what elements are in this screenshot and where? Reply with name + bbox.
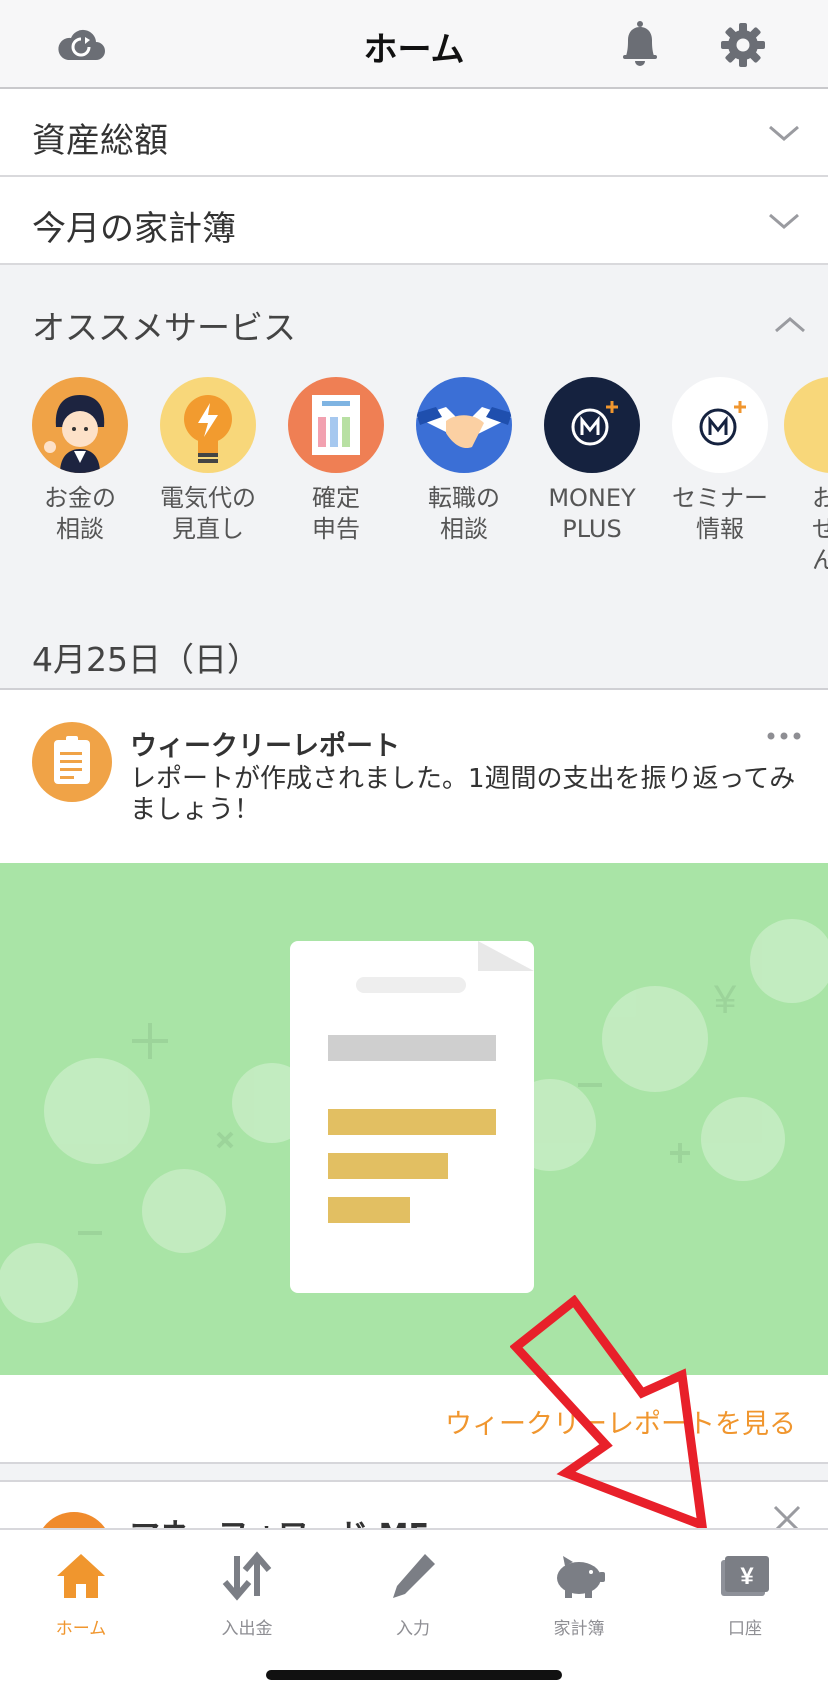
card-title: マネーフォワード ME — [130, 1510, 429, 1528]
card-body: レポートが作成されました。1週間の支出を振り返ってみましょう！ — [130, 764, 796, 825]
service-label: お金の 相談 — [16, 483, 144, 545]
service-tax-return[interactable]: 確定 申告 — [272, 377, 400, 545]
moneyforward-logo-icon — [36, 1512, 112, 1528]
tab-transactions[interactable]: 入出金 — [172, 1540, 322, 1639]
tab-label: 家計簿 — [553, 1619, 605, 1639]
tab-household-budget[interactable]: 家計簿 — [504, 1540, 654, 1639]
transfer-icon — [222, 1551, 272, 1601]
chevron-down-icon — [769, 213, 799, 229]
more-options-icon[interactable] — [766, 730, 802, 742]
service-label-text: 確定 申告 — [312, 484, 360, 543]
total-assets-row[interactable]: 資産総額 — [0, 89, 828, 177]
tab-accounts[interactable]: ¥ 口座 — [670, 1540, 820, 1639]
service-label: 電気代の 見直し — [144, 483, 272, 545]
bell-icon[interactable] — [620, 20, 660, 68]
chevron-down-icon — [769, 125, 799, 141]
moneyforward-card[interactable]: マネーフォワード ME — [0, 1482, 828, 1528]
gear-icon[interactable] — [720, 22, 766, 68]
service-partial[interactable]: お せん — [784, 377, 828, 576]
tab-label: ホーム — [55, 1619, 107, 1639]
monthly-budget-label: 今月の家計簿 — [32, 209, 236, 249]
close-icon[interactable] — [772, 1504, 802, 1528]
service-label: 確定 申告 — [272, 483, 400, 545]
view-weekly-report-link[interactable]: ウィークリーレポートを見る — [445, 1402, 796, 1441]
svg-text:¥: ¥ — [740, 1563, 754, 1590]
piggy-bank-icon — [557, 1556, 605, 1598]
service-money-consult[interactable]: お金の 相談 — [16, 377, 144, 545]
home-indicator[interactable] — [266, 1670, 562, 1680]
tax-document-icon — [288, 377, 384, 473]
seminar-logo-icon — [672, 377, 768, 473]
page-title: ホーム — [363, 30, 465, 70]
lightbulb-icon — [160, 377, 256, 473]
service-seminar[interactable]: セミナー 情報 — [656, 377, 784, 545]
service-label: お せん — [812, 483, 828, 576]
service-label: MONEY PLUS — [528, 483, 656, 545]
pencil-icon — [393, 1554, 435, 1598]
tab-home[interactable]: ホーム — [6, 1540, 156, 1639]
card-separator — [0, 1464, 828, 1482]
service-label-text: MONEY PLUS — [548, 484, 636, 543]
service-label-text: セミナー 情報 — [672, 484, 768, 543]
monthly-budget-row[interactable]: 今月の家計簿 — [0, 177, 828, 265]
service-money-plus[interactable]: MONEY PLUS — [528, 377, 656, 545]
wallet-yen-icon: ¥ — [721, 1556, 769, 1596]
service-job-change[interactable]: 転職の 相談 — [400, 377, 528, 545]
service-label-text: 転職の 相談 — [428, 484, 500, 543]
tab-label: 入出金 — [221, 1619, 273, 1639]
report-illustration: ¥ — [0, 919, 828, 1323]
svg-text:¥: ¥ — [713, 978, 737, 1022]
home-icon — [57, 1554, 105, 1598]
service-label: セミナー 情報 — [656, 483, 784, 545]
money-plus-logo-icon — [544, 377, 640, 473]
handshake-icon — [416, 377, 512, 473]
top-bar: ホーム — [0, 0, 828, 89]
service-label: 転職の 相談 — [400, 483, 528, 545]
service-label-text: 電気代の 見直し — [160, 484, 256, 543]
service-partial-icon — [784, 377, 828, 473]
service-label-text: お金の 相談 — [44, 484, 116, 543]
service-label-text: お せん — [812, 484, 828, 574]
chevron-up-icon[interactable] — [772, 309, 808, 339]
feed-date: 4月25日（日） — [32, 640, 260, 679]
tab-label: 口座 — [728, 1619, 762, 1639]
recommended-services-section: オススメサービス お金の 相談 電気代の 見直し 確定 申告 転職の 相談 MO… — [0, 265, 828, 690]
card-title: ウィークリーレポート — [130, 731, 400, 762]
tab-input[interactable]: 入力 — [338, 1540, 488, 1639]
total-assets-label: 資産総額 — [32, 121, 168, 161]
recommended-services-label: オススメサービス — [32, 308, 296, 347]
report-icon — [32, 722, 112, 802]
report-banner[interactable]: ¥ — [0, 863, 828, 1375]
tab-label: 入力 — [396, 1619, 430, 1639]
service-electricity[interactable]: 電気代の 見直し — [144, 377, 272, 545]
advisor-avatar-icon — [32, 377, 128, 473]
weekly-report-card[interactable]: ウィークリーレポート レポートが作成されました。1週間の支出を振り返ってみましょ… — [0, 692, 828, 1464]
